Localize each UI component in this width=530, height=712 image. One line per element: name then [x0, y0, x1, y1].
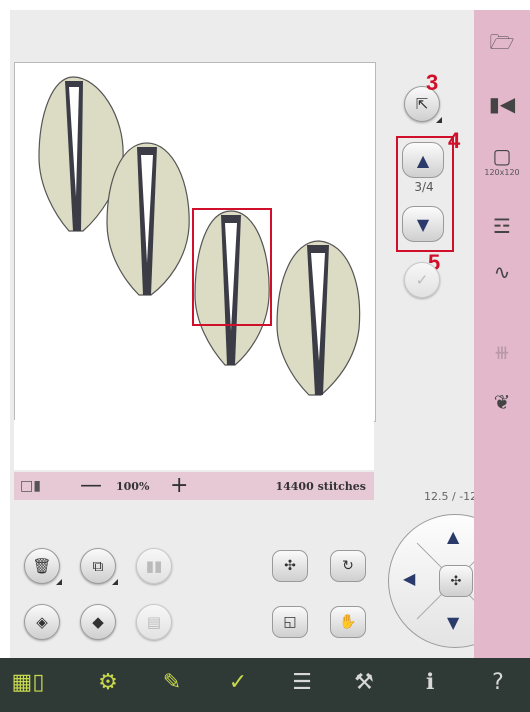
- mirror-end-to-end-button[interactable]: ◆: [80, 604, 116, 640]
- bottom-taskbar: ▦▯ ⚙ ✎ ✓ ☰ ⚒ ℹ ?: [0, 658, 530, 712]
- chevron-down-icon: ▼: [416, 214, 430, 234]
- move-arrows-icon: ✣: [284, 558, 296, 574]
- design-canvas[interactable]: [14, 62, 376, 422]
- stitch-pattern-icon[interactable]: ⧻: [474, 340, 530, 364]
- rotate-mode-button[interactable]: ↻: [330, 550, 366, 582]
- hand-icon: ✋: [339, 614, 357, 630]
- hoop-size-icon: ▢: [492, 144, 512, 168]
- zoom-out-button[interactable]: —: [80, 472, 102, 500]
- move-up-arrow-icon[interactable]: ▲: [447, 527, 459, 546]
- move-left-arrow-icon[interactable]: ◀: [403, 569, 415, 588]
- mirror-vertical-icon: ◆: [92, 613, 104, 631]
- hoop-size-label: 120x120: [484, 168, 520, 177]
- chevron-up-icon: ▲: [416, 150, 430, 170]
- callout-4: 4: [448, 128, 461, 153]
- info-icon[interactable]: ℹ: [410, 670, 450, 695]
- move-down-arrow-icon[interactable]: ▼: [447, 613, 459, 632]
- checkmark-icon: ✓: [415, 271, 429, 289]
- scale-mode-button[interactable]: ◱: [272, 606, 308, 638]
- help-icon[interactable]: ?: [478, 670, 518, 695]
- group-icon: ▮▮: [145, 557, 163, 575]
- canvas-margin: [14, 420, 374, 470]
- confirm-selection-button[interactable]: ✓: [404, 262, 440, 298]
- mirror-horizontal-icon: ◈: [36, 613, 48, 631]
- move-mode-button[interactable]: ✣: [272, 550, 308, 582]
- zoom-in-button[interactable]: +: [170, 472, 188, 500]
- design-library-icon[interactable]: ⚙: [88, 670, 128, 695]
- duplicate-button[interactable]: ⧉: [80, 548, 118, 585]
- dropdown-corner-icon: [436, 117, 442, 123]
- zoom-options-icon[interactable]: □▮: [20, 478, 41, 494]
- design-element-3-selected[interactable]: [194, 210, 270, 366]
- rotate-icon: ↻: [342, 558, 354, 574]
- trash-icon: 🗑: [32, 557, 52, 575]
- center-move-icon: ✣: [450, 573, 462, 589]
- hoop-size-button[interactable]: ▢ 120x120: [474, 144, 530, 177]
- embroidery-editor-screen: □▮ — 100% + 14400 stitches ⇱ 3 4 ▲ 3/4 ▼…: [0, 0, 530, 712]
- stitch-out-icon[interactable]: ✓: [218, 670, 258, 695]
- thread-spool-icon[interactable]: ☲: [474, 214, 530, 238]
- design-element-4[interactable]: [276, 240, 361, 396]
- delete-button[interactable]: 🗑: [24, 548, 62, 585]
- next-design-button[interactable]: ▼: [402, 206, 444, 242]
- center-design-button[interactable]: ✣: [439, 565, 473, 597]
- load-design-icon[interactable]: 🗁: [474, 28, 530, 62]
- cursor-arrow-icon: ⇱: [415, 95, 429, 113]
- zoom-bar: □▮ — 100% + 14400 stitches: [14, 472, 374, 500]
- hoop-position-icon[interactable]: ▮◀: [474, 92, 530, 116]
- ungroup-icon: ▤: [146, 613, 162, 631]
- dropdown-corner-icon: [112, 579, 118, 585]
- dropdown-corner-icon: [56, 579, 62, 585]
- design-page-indicator: 3/4: [414, 180, 434, 194]
- callout-3: 3: [426, 70, 439, 95]
- edit-design-icon[interactable]: ✎: [152, 670, 192, 695]
- copy-icon: ⧉: [92, 557, 104, 575]
- menu-grid-icon[interactable]: ☰: [282, 670, 322, 695]
- edit-stitch-icon[interactable]: ∿: [474, 260, 530, 284]
- design-element-2[interactable]: [106, 142, 190, 296]
- ungroup-button[interactable]: ▤: [136, 604, 172, 640]
- group-button[interactable]: ▮▮: [136, 548, 172, 584]
- pan-mode-button[interactable]: ✋: [330, 606, 366, 638]
- butterfly-design-icon[interactable]: ❦: [474, 390, 530, 414]
- zoom-level: 100%: [116, 480, 150, 493]
- resize-icon: ◱: [283, 614, 297, 630]
- previous-design-button[interactable]: ▲: [402, 142, 444, 178]
- mirror-side-to-side-button[interactable]: ◈: [24, 604, 60, 640]
- embroidery-mode-icon[interactable]: ▦▯: [8, 670, 48, 695]
- right-toolbar: 🗁 ▮◀ ▢ 120x120 ☲ ∿ ⧻ ❦: [474, 10, 530, 658]
- design-preview: [38, 76, 361, 396]
- settings-icon[interactable]: ⚒: [344, 670, 384, 695]
- stitch-count: 14400 stitches: [275, 480, 366, 493]
